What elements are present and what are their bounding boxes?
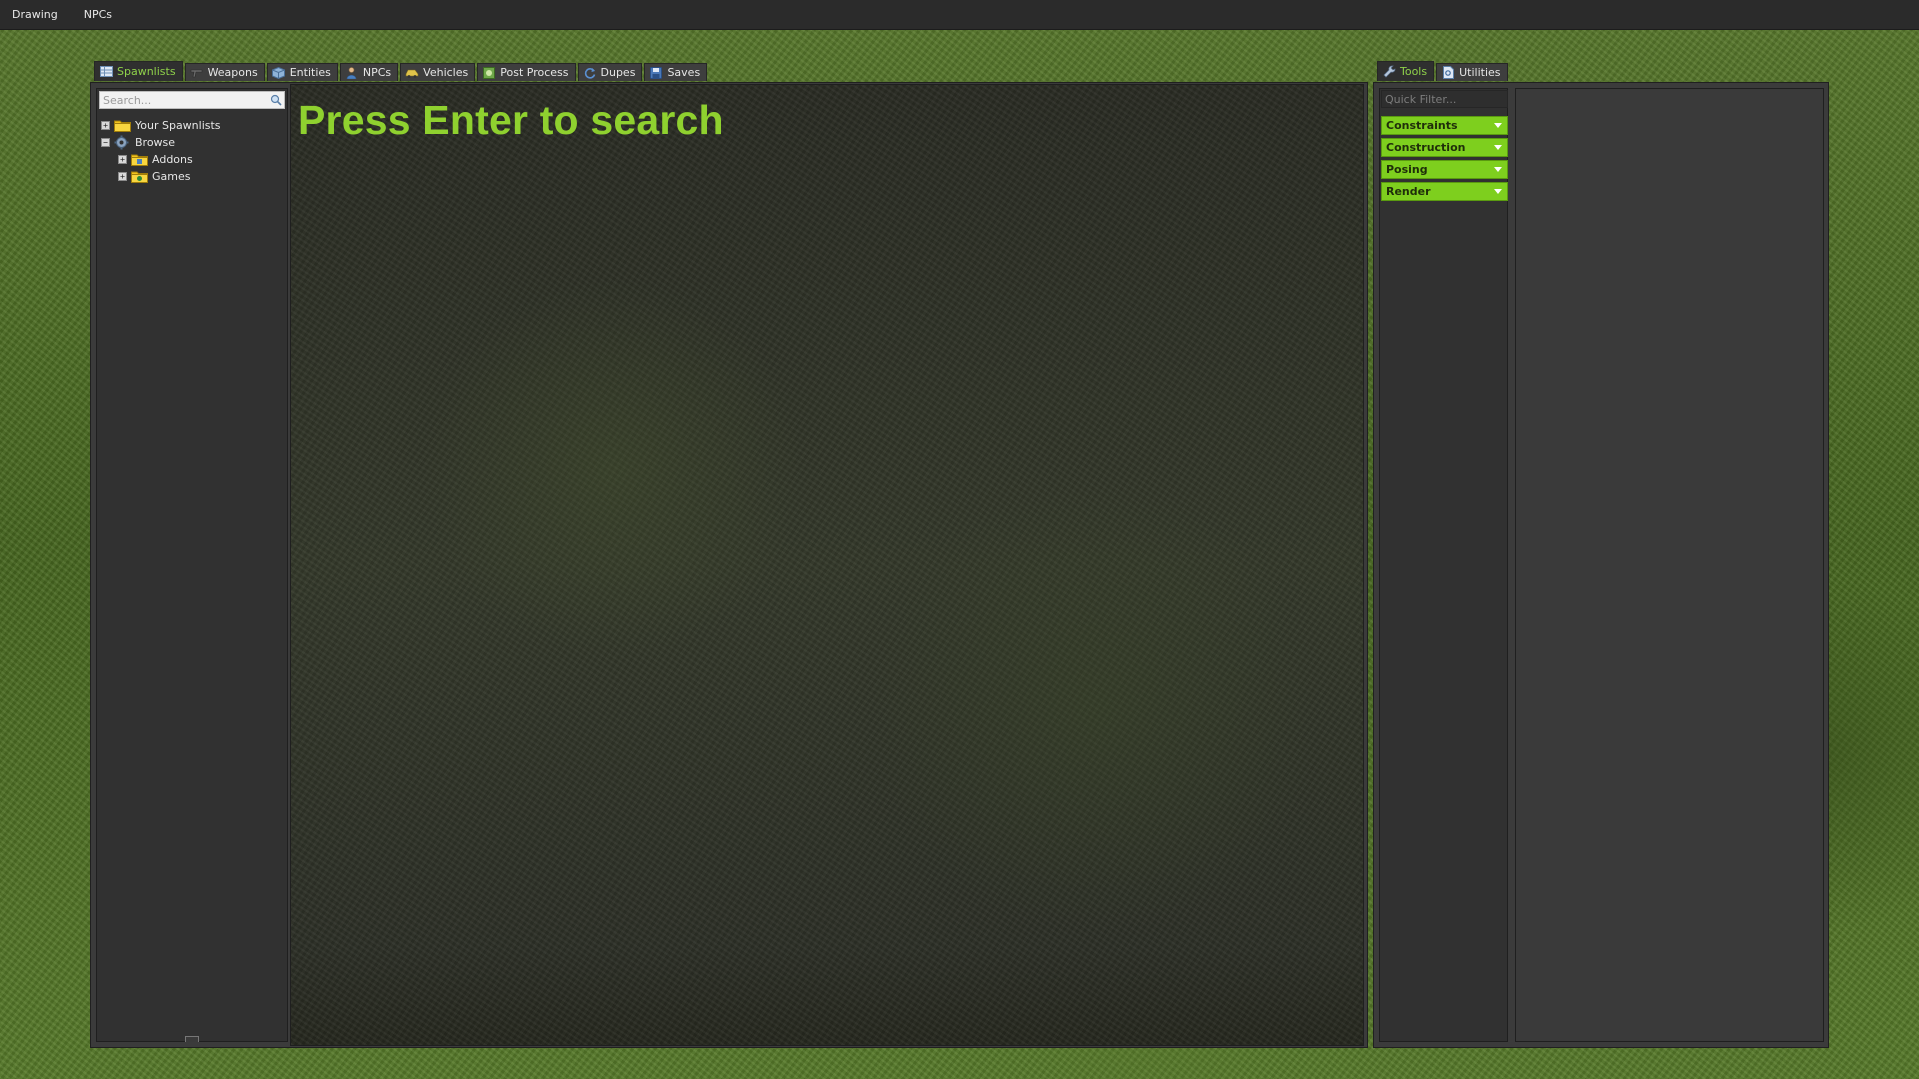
tree-node-games[interactable]: + Games (101, 168, 285, 185)
quick-filter (1381, 90, 1508, 108)
tab-npcs[interactable]: NPCs (339, 63, 399, 81)
category-label: Constraints (1386, 119, 1458, 132)
cube-icon (272, 66, 286, 79)
tab-label: Weapons (207, 66, 258, 79)
tab-label: NPCs (362, 66, 392, 79)
expand-icon[interactable]: + (118, 155, 127, 164)
tool-list: Constraints Construction Posing Render (1379, 88, 1508, 1042)
quick-filter-input[interactable] (1382, 91, 1507, 107)
game-folder-icon (131, 170, 148, 183)
search-input[interactable] (100, 92, 268, 108)
tab-label: Entities (289, 66, 331, 79)
category-posing[interactable]: Posing (1381, 160, 1508, 179)
tab-label: Spawnlists (117, 65, 176, 78)
folder-icon (114, 119, 131, 132)
tab-label: Tools (1400, 65, 1428, 78)
spawnmenu-tabs: Spawnlists Weapons Entities NPCs Vehicle… (94, 61, 709, 81)
category-label: Render (1386, 185, 1431, 198)
spawnlist-sidebar: + Your Spawnlists − Browse + Addons + (96, 88, 288, 1042)
spawnlist-tree: + Your Spawnlists − Browse + Addons + Ga… (101, 117, 285, 185)
addon-folder-icon (131, 153, 148, 166)
tree-label: Browse (135, 136, 176, 149)
car-icon (405, 67, 419, 79)
tab-weapons[interactable]: Weapons (184, 63, 265, 81)
menubar: Drawing NPCs (0, 0, 1919, 30)
search-hint: Press Enter to search (298, 97, 724, 143)
tab-vehicles[interactable]: Vehicles (400, 63, 476, 81)
person-icon (345, 66, 359, 79)
wrench-icon (1382, 65, 1396, 78)
tab-utilities[interactable]: Utilities (1436, 63, 1508, 81)
gear-icon (114, 135, 131, 150)
menu-npcs[interactable]: NPCs (76, 8, 120, 21)
toolmenu-tabs: Tools Utilities (1377, 61, 1510, 81)
chevron-down-icon (1493, 122, 1503, 130)
tab-post-process[interactable]: Post Process (477, 63, 576, 81)
chevron-down-icon (1493, 166, 1503, 174)
refresh-icon (583, 67, 597, 79)
spawn-content-area: Press Enter to search (290, 84, 1364, 1046)
tree-label: Addons (152, 153, 193, 166)
chevron-down-icon (1493, 144, 1503, 152)
search-icon[interactable] (268, 92, 284, 108)
tree-node-addons[interactable]: + Addons (101, 151, 285, 168)
category-render[interactable]: Render (1381, 182, 1508, 201)
category-constraints[interactable]: Constraints (1381, 116, 1508, 135)
sidebar-resize-handle[interactable] (185, 1036, 199, 1042)
category-label: Posing (1386, 163, 1428, 176)
disk-icon (649, 66, 663, 79)
tree-node-your-spawnlists[interactable]: + Your Spawnlists (101, 117, 285, 134)
search-box (99, 91, 285, 109)
tab-label: Saves (667, 66, 701, 79)
tree-label: Your Spawnlists (135, 119, 221, 132)
tree-node-browse[interactable]: − Browse (101, 134, 285, 151)
menu-drawing[interactable]: Drawing (4, 8, 66, 21)
tab-tools[interactable]: Tools (1377, 61, 1435, 81)
chevron-down-icon (1493, 188, 1503, 196)
grid-icon (99, 66, 113, 78)
filter-icon (482, 66, 496, 79)
category-label: Construction (1386, 141, 1466, 154)
tab-dupes[interactable]: Dupes (577, 63, 643, 81)
tab-label: Utilities (1459, 66, 1501, 79)
page-icon (1441, 66, 1455, 79)
tab-label: Dupes (600, 66, 636, 79)
tab-spawnlists[interactable]: Spawnlists (94, 61, 183, 81)
tab-saves[interactable]: Saves (644, 63, 708, 81)
tool-categories: Constraints Construction Posing Render (1381, 116, 1508, 204)
tab-label: Vehicles (423, 66, 469, 79)
collapse-icon[interactable]: − (101, 138, 110, 147)
tool-settings-panel (1515, 88, 1824, 1042)
tab-entities[interactable]: Entities (266, 63, 338, 81)
tree-label: Games (152, 170, 191, 183)
category-construction[interactable]: Construction (1381, 138, 1508, 157)
expand-icon[interactable]: + (118, 172, 127, 181)
gun-icon (190, 67, 204, 79)
expand-icon[interactable]: + (101, 121, 110, 130)
tab-label: Post Process (500, 66, 569, 79)
